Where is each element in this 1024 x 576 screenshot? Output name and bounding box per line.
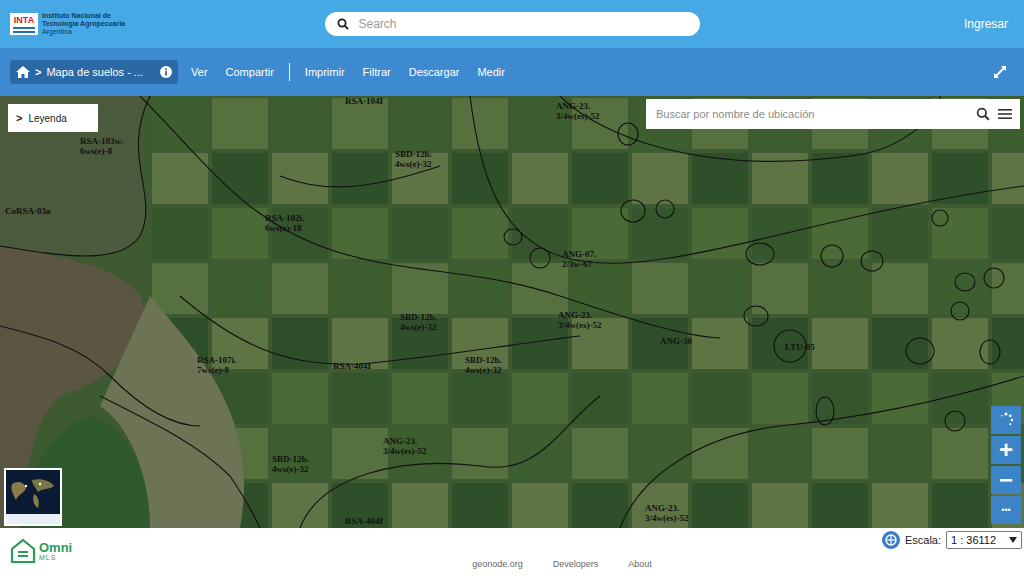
map-controls: +−••• — [991, 406, 1021, 524]
scale-select[interactable]: 1 : 36112 — [946, 531, 1022, 549]
location-search[interactable] — [646, 99, 1020, 129]
logo-mark: INTA — [10, 13, 38, 35]
home-icon[interactable] — [16, 66, 30, 78]
soil-unit-label: ANG-23.3/4w(es)-52 — [556, 101, 600, 121]
more-button[interactable]: ••• — [991, 496, 1021, 524]
overview-map[interactable] — [4, 468, 62, 526]
globe-icon[interactable] — [882, 531, 900, 549]
soil-unit-label: SBD-12b.4ws(e)-32 — [400, 312, 437, 332]
zoom-in-button[interactable]: + — [991, 436, 1021, 464]
omni-logo[interactable]: OmniMLS — [10, 528, 382, 564]
spinner-icon — [998, 412, 1014, 428]
footer-link[interactable]: About — [628, 559, 652, 569]
menu-item[interactable]: Imprimir — [296, 66, 354, 78]
menu-icon[interactable] — [998, 108, 1012, 120]
login-link[interactable]: Ingresar — [964, 17, 1008, 31]
soil-unit-label: RSA-107i.7ws(e)-8 — [197, 355, 236, 375]
fullscreen-icon[interactable] — [994, 66, 1006, 78]
soil-unit-label: ANG-30 — [660, 336, 692, 346]
toolbar: >Mapa de suelos - ... VerCompartir Imprimi… — [0, 48, 1024, 96]
footer-link[interactable]: Developers — [553, 559, 599, 569]
menu-item[interactable]: Descargar — [400, 66, 469, 78]
soil-unit-label: CoRSA-03a — [5, 206, 51, 216]
search-bar[interactable] — [325, 12, 700, 36]
soil-unit-label: ANG-23.3/4w(es)-52 — [645, 503, 689, 523]
soil-unit-label: RSA-404I — [333, 361, 371, 371]
soil-unit-label: RSA-404I — [345, 516, 383, 526]
header: INTAInstituto Nacional deTecnología Agro… — [0, 0, 1024, 48]
soil-boundaries — [0, 96, 1024, 528]
satellite-image — [0, 96, 1024, 528]
soil-unit-label: LTU-05 — [785, 342, 815, 352]
logo-text: Instituto Nacional deTecnología Agropecu… — [42, 12, 125, 36]
soil-unit-label: RSA-104I — [345, 96, 383, 106]
info-icon[interactable] — [160, 66, 172, 78]
search-input[interactable] — [357, 16, 688, 32]
footer-links: geonode.org Developers About — [382, 559, 652, 576]
footer-link[interactable]: geonode.org — [472, 559, 523, 569]
soil-unit-label: SBD-12b.4ws(e)-32 — [395, 149, 432, 169]
location-search-input[interactable] — [654, 107, 968, 121]
legend-toggle[interactable]: >Leyenda — [8, 104, 98, 132]
footer: OmniMLS geonode.org Developers About Escala:… — [0, 528, 1024, 576]
soil-unit-label: SBD-12b.4ws(e)-32 — [272, 454, 309, 474]
toolbar-menu: VerCompartir ImprimirFiltrarDescargarMedi… — [182, 63, 514, 81]
map-view[interactable]: RSA-104I RSA-103w.6ws(e)-8 CoRSA-03a ANG-23… — [0, 96, 1024, 528]
soil-unit-label: RSA-102i.6ws(e)-18 — [265, 213, 304, 233]
menu-separator — [289, 63, 290, 81]
scale-control: Escala:1 : 36112 — [882, 528, 1024, 549]
world-map-icon — [6, 470, 60, 524]
menu-item[interactable]: Ver — [182, 66, 217, 78]
breadcrumb[interactable]: >Mapa de suelos - ... — [10, 60, 178, 84]
menu-item[interactable]: Medir — [468, 66, 514, 78]
search-icon[interactable] — [976, 107, 990, 121]
search-icon — [337, 18, 349, 30]
menu-item[interactable]: Filtrar — [354, 66, 400, 78]
login-area: Ingresar — [700, 17, 1015, 31]
soil-unit-label: RSA-103w.6ws(e)-8 — [80, 136, 123, 156]
app-page: INTAInstituto Nacional deTecnología Agro… — [0, 0, 1024, 576]
zoom-out-button[interactable]: − — [991, 466, 1021, 494]
menu-item[interactable]: Compartir — [217, 66, 283, 78]
caret-down-icon — [1009, 537, 1017, 543]
soil-unit-label: ANG-07.2/3w-67 — [562, 249, 596, 269]
inta-logo[interactable]: INTAInstituto Nacional deTecnología Agro… — [10, 12, 325, 36]
loading-button[interactable] — [991, 406, 1021, 434]
soil-unit-label: SBD-12b.4ws(e)-32 — [465, 355, 502, 375]
soil-unit-label: ANG-23.3/4w(es)-52 — [558, 310, 602, 330]
soil-unit-label: ANG-23.3/4w(es)-52 — [383, 436, 427, 456]
house-logo-icon — [10, 538, 36, 564]
